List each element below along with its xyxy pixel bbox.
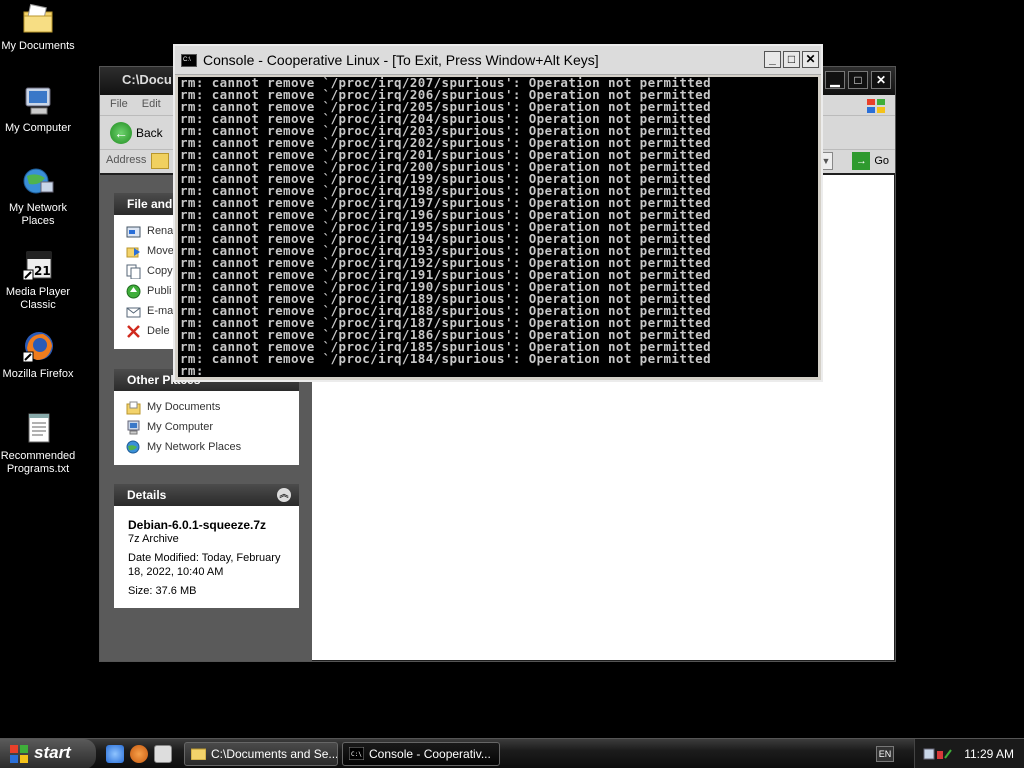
go-button[interactable]: → Go <box>852 152 889 170</box>
close-button[interactable]: ✕ <box>871 71 891 89</box>
start-label: start <box>34 743 71 762</box>
email-icon <box>126 307 141 317</box>
taskbar-button-explorer[interactable]: C:\Documents and Se... <box>184 742 338 766</box>
back-arrow-icon: ← <box>110 122 132 144</box>
console-icon: C:\ <box>181 54 197 67</box>
menu-edit[interactable]: Edit <box>142 98 161 115</box>
desktop-icon-label: My Computer <box>4 122 72 134</box>
computer-icon <box>127 420 140 434</box>
clock[interactable]: 11:29 AM <box>964 747 1014 761</box>
task-label: Rena <box>147 225 174 237</box>
windows-logo-icon <box>865 97 887 115</box>
media-player-icon: 21 <box>21 248 55 282</box>
other-places-panel: Other Places My Documents My Computer My… <box>114 369 299 465</box>
console-title: Console - Cooperative Linux - [To Exit, … <box>203 52 599 68</box>
go-arrow-icon: → <box>852 152 871 170</box>
delete-x-icon <box>127 324 140 338</box>
explorer-title: C:\Docu <box>122 72 172 87</box>
network-globe-icon <box>126 440 140 453</box>
copy-icon <box>126 264 141 279</box>
folder-documents-icon <box>126 401 141 414</box>
network-globe-icon <box>21 164 55 198</box>
svg-text:C:\: C:\ <box>351 751 362 758</box>
start-button[interactable]: start <box>0 739 96 768</box>
desktop-icon-my-network-places[interactable]: My Network Places <box>0 164 76 228</box>
windows-flag-icon <box>10 745 28 763</box>
details-title: Details <box>127 488 167 502</box>
place-my-documents[interactable]: My Documents <box>126 397 289 417</box>
desktop-icon-my-documents[interactable]: My Documents <box>0 2 76 53</box>
console-title-bar[interactable]: C:\ Console - Cooperative Linux - [To Ex… <box>175 46 821 75</box>
console-window[interactable]: C:\ Console - Cooperative Linux - [To Ex… <box>173 44 823 382</box>
system-tray: 11:29 AM <box>914 739 1024 768</box>
place-label: My Network Places <box>147 441 242 453</box>
publish-globe-icon <box>126 284 141 298</box>
media-player-icon[interactable] <box>154 745 172 763</box>
console-maximize-button[interactable]: □ <box>783 51 800 68</box>
task-label: Publi <box>147 285 172 297</box>
text-file-icon <box>21 412 55 446</box>
task-label: Copy <box>147 265 173 277</box>
tray-network-icon[interactable] <box>923 746 953 762</box>
task-label: Dele <box>147 325 170 337</box>
rename-icon <box>126 226 141 237</box>
desktop-icon-label: My Documents <box>1 40 75 52</box>
taskbar: start C:\Documents and Se... C:\ Console… <box>0 738 1024 768</box>
go-label: Go <box>874 155 889 167</box>
menu-file[interactable]: File <box>110 98 128 115</box>
desktop-icon-mozilla-firefox[interactable]: Mozilla Firefox <box>0 330 76 381</box>
desktop-icon-my-computer[interactable]: My Computer <box>0 84 76 135</box>
place-label: My Computer <box>147 421 214 433</box>
console-output[interactable]: rm: cannot remove `/proc/irq/207/spuriou… <box>178 77 818 377</box>
file-tasks-title: File and <box>127 197 173 211</box>
details-size: Size: 37.6 MB <box>128 585 197 597</box>
move-icon <box>126 247 140 257</box>
console-icon: C:\ <box>349 747 364 760</box>
desktop-icon-label: My Network Places <box>8 202 68 227</box>
desktop-icon-media-player-classic[interactable]: 21 Media Player Classic <box>0 248 76 312</box>
firefox-icon[interactable] <box>130 745 148 763</box>
task-label: Move <box>147 245 174 257</box>
svg-text:21: 21 <box>34 264 51 278</box>
details-panel: Details ︽ Debian-6.0.1-squeeze.7z 7z Arc… <box>114 484 299 608</box>
details-file-name: Debian-6.0.1-squeeze.7z <box>128 518 267 532</box>
task-label: E-ma <box>147 305 174 317</box>
taskbar-button-label: C:\Documents and Se... <box>211 747 338 761</box>
back-label: Back <box>136 126 163 140</box>
desktop-icon-label: Recommended Programs.txt <box>0 450 76 475</box>
collapse-chevron-icon[interactable]: ︽ <box>277 488 291 502</box>
desktop-icon-label: Media Player Classic <box>5 286 71 311</box>
details-file-type: 7z Archive <box>128 533 179 545</box>
details-header[interactable]: Details ︽ <box>114 484 299 506</box>
console-line: rm: cannot remove `/proc/irq/184/spuriou… <box>180 351 712 366</box>
quick-launch <box>106 745 172 763</box>
place-my-network-places[interactable]: My Network Places <box>126 437 289 457</box>
internet-explorer-icon[interactable] <box>106 745 124 763</box>
minimize-button[interactable]: ▁ <box>825 71 845 89</box>
computer-icon <box>21 84 55 118</box>
address-label: Address <box>106 154 147 166</box>
console-minimize-button[interactable]: _ <box>764 51 781 68</box>
language-indicator[interactable]: EN <box>876 746 894 762</box>
firefox-icon <box>21 330 55 364</box>
place-my-computer[interactable]: My Computer <box>126 417 289 437</box>
maximize-button[interactable]: □ <box>848 71 868 89</box>
place-label: My Documents <box>147 401 221 413</box>
console-close-button[interactable]: ✕ <box>802 51 819 68</box>
desktop-icon-label: Mozilla Firefox <box>2 368 74 380</box>
taskbar-button-console[interactable]: C:\ Console - Cooperativ... <box>342 742 500 766</box>
console-line: rm: <box>180 363 204 377</box>
details-date-modified: Date Modified: Today, February 18, 2022,… <box>128 552 281 578</box>
address-folder-icon <box>151 153 169 169</box>
taskbar-button-label: Console - Cooperativ... <box>369 747 491 761</box>
folder-icon <box>191 748 206 760</box>
folder-documents-icon <box>21 2 55 36</box>
desktop-icon-recommended-programs[interactable]: Recommended Programs.txt <box>0 412 76 476</box>
